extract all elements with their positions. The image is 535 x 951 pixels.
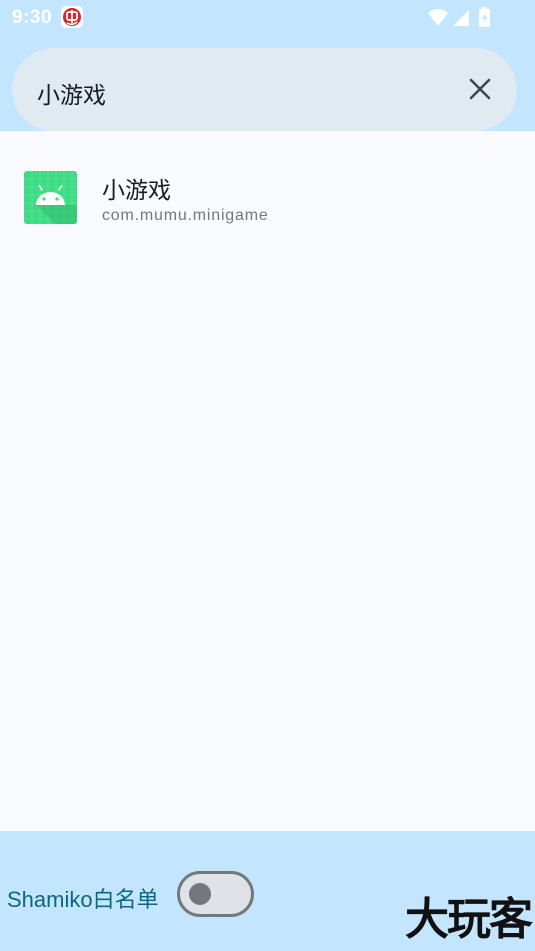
status-time: 9:30 bbox=[12, 7, 53, 28]
app-list: 小游戏 com.mumu.minigame bbox=[0, 131, 535, 831]
status-icons bbox=[427, 7, 495, 27]
status-bar: 9:30 bbox=[0, 0, 535, 36]
list-item[interactable]: 小游戏 com.mumu.minigame bbox=[0, 149, 535, 245]
wifi-icon bbox=[428, 9, 448, 26]
search-input[interactable]: 小游戏 bbox=[37, 76, 106, 110]
whitelist-label: Shamiko白名单 bbox=[7, 887, 159, 912]
whitelist-toggle[interactable] bbox=[177, 871, 254, 917]
red-circle-app-icon bbox=[61, 6, 83, 28]
top-area: 9:30 小游戏 bbox=[0, 0, 535, 131]
close-icon bbox=[469, 78, 491, 100]
android-icon bbox=[24, 171, 77, 224]
clear-search-button[interactable] bbox=[459, 68, 501, 110]
app-package-name: com.mumu.minigame bbox=[102, 207, 269, 224]
toggle-thumb bbox=[189, 883, 211, 905]
app-name: 小游戏 bbox=[102, 177, 171, 203]
battery-charging-icon bbox=[479, 7, 490, 27]
bottom-bar: Shamiko白名单 大玩客 bbox=[0, 831, 535, 951]
search-bar[interactable]: 小游戏 bbox=[12, 48, 517, 131]
watermark-logo: 大玩客 bbox=[405, 894, 533, 945]
cell-signal-icon bbox=[453, 10, 469, 26]
